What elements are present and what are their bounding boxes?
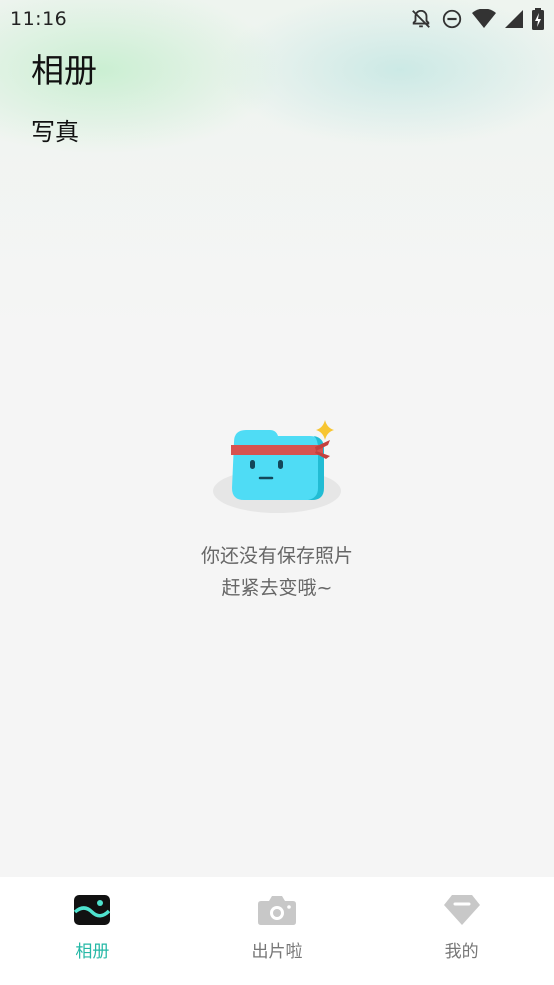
- bell-off-icon: [410, 8, 432, 30]
- battery-charging-icon: [532, 8, 544, 30]
- tab-create[interactable]: 出片啦: [185, 877, 370, 985]
- bottom-tab-bar: 相册 出片啦 我的: [0, 877, 554, 985]
- empty-state-subtitle: 赶紧去变哦~: [221, 577, 333, 599]
- camera-icon: [257, 893, 297, 927]
- section-title: 写真: [31, 118, 79, 146]
- tab-create-label: 出片啦: [251, 942, 303, 962]
- wifi-icon: [472, 9, 496, 29]
- empty-state-illustration: [210, 418, 345, 518]
- empty-state-message: 你还没有保存照片: [200, 545, 353, 567]
- status-icons: [410, 8, 544, 30]
- diamond-icon: [442, 893, 482, 927]
- do-not-disturb-icon: [441, 8, 463, 30]
- tab-mine-label: 我的: [444, 942, 479, 962]
- tab-mine[interactable]: 我的: [369, 877, 554, 985]
- page-title: 相册: [31, 51, 97, 90]
- status-bar: 11:16: [0, 0, 554, 38]
- album-icon: [72, 893, 112, 927]
- tab-album[interactable]: 相册: [0, 877, 185, 985]
- tab-album-label: 相册: [75, 942, 110, 962]
- signal-icon: [505, 10, 523, 28]
- status-time: 11:16: [10, 8, 68, 30]
